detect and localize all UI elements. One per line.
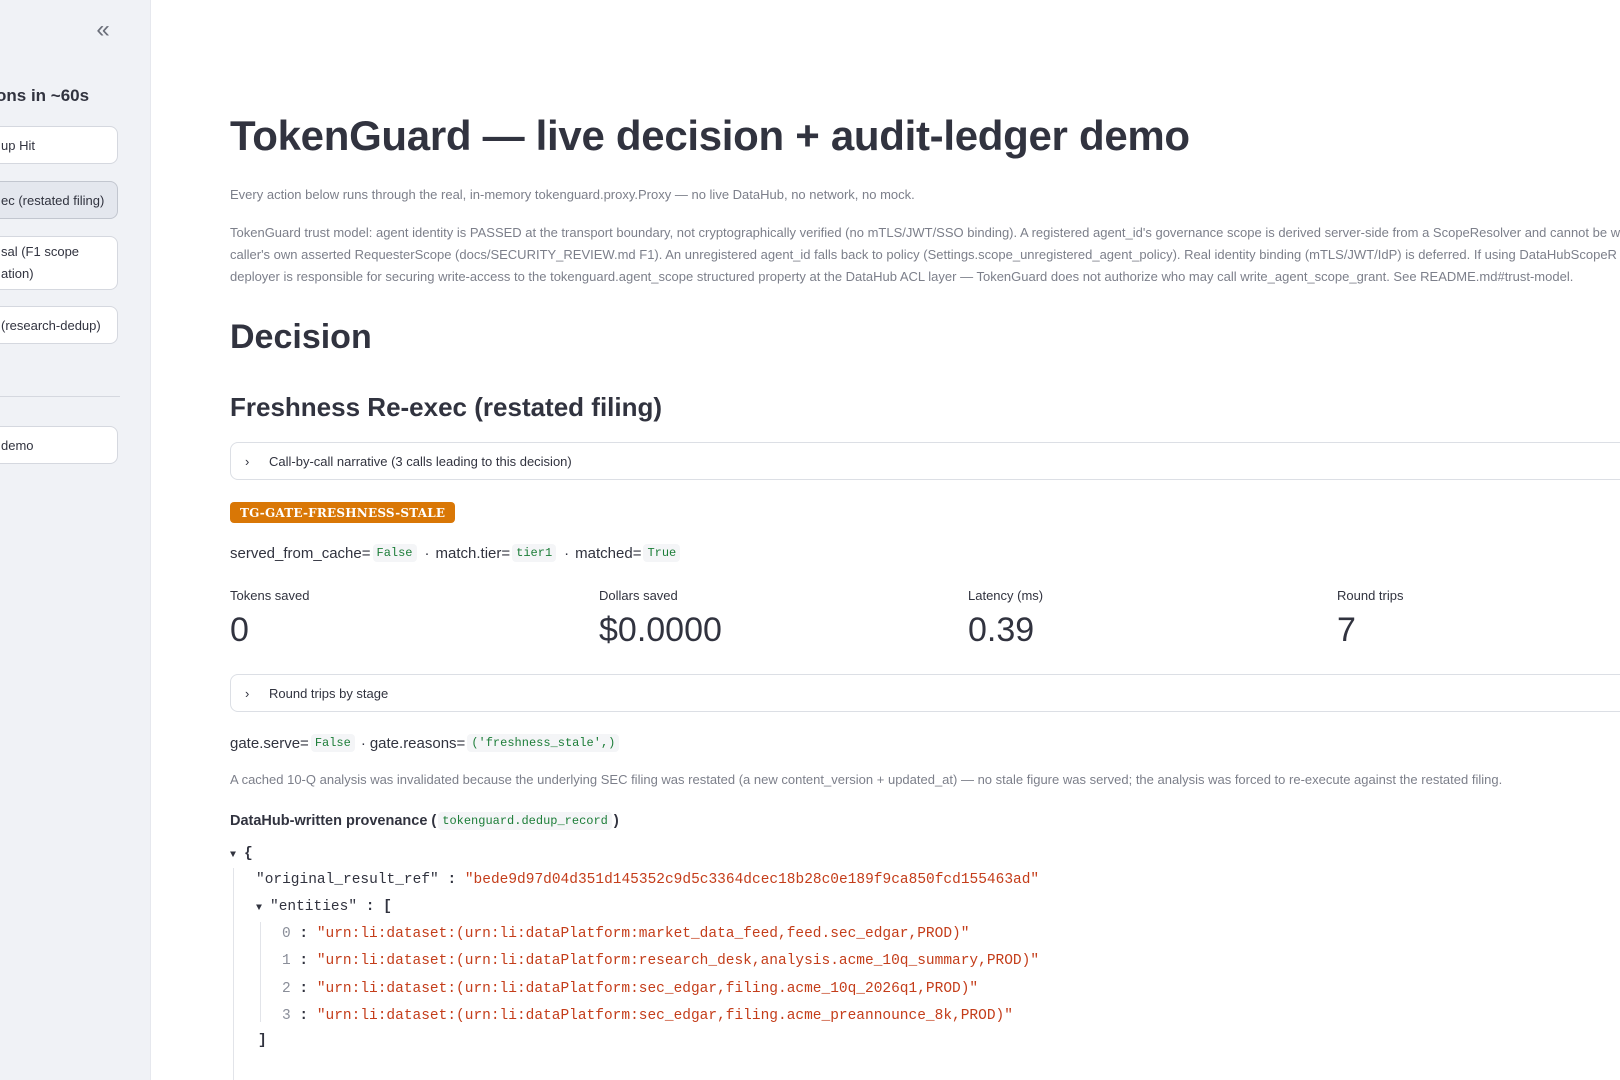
- gate-serve-label: gate.serve=: [230, 734, 309, 752]
- match-tier-value: tier1: [512, 544, 557, 562]
- json-entity-row: 2 : "urn:li:dataset:(urn:li:dataPlatform…: [282, 981, 979, 997]
- metric-latency: Latency (ms) 0.39: [968, 588, 1043, 650]
- matched-value: True: [643, 544, 681, 562]
- provenance-close: ): [613, 813, 619, 829]
- collapse-sidebar-button[interactable]: «: [88, 16, 118, 44]
- chevron-right-icon: ›: [245, 685, 250, 701]
- sidebar-button-label: ec (restated filing): [1, 192, 105, 208]
- trust-model-caption: TokenGuard trust model: agent identity i…: [230, 225, 1620, 284]
- decision-explanation: A cached 10-Q analysis was invalidated b…: [230, 772, 1503, 787]
- metric-round-trips: Round trips 7: [1337, 588, 1403, 650]
- metric-value: 7: [1337, 611, 1356, 649]
- double-chevron-left-icon: «: [96, 16, 110, 43]
- sidebar-button-label: up Hit: [1, 137, 35, 153]
- round-trips-expander[interactable]: › Round trips by stage: [230, 674, 1620, 712]
- json-index: 0: [282, 926, 291, 942]
- json-entity-row: 0 : "urn:li:dataset:(urn:li:dataPlatform…: [282, 926, 970, 942]
- json-key: "entities": [270, 899, 358, 915]
- json-string-value: "urn:li:dataset:(urn:li:dataPlatform:sec…: [316, 981, 979, 997]
- sidebar-heading: ons in ~60s: [0, 86, 90, 105]
- served-from-cache-value: False: [372, 544, 417, 562]
- metric-label: Round trips: [1337, 588, 1404, 603]
- json-string-value: "urn:li:dataset:(urn:li:dataPlatform:sec…: [316, 1008, 1013, 1024]
- json-root-row: ▼{: [230, 846, 253, 862]
- sidebar: « ons in ~60s up Hit ec (restated filing…: [0, 0, 151, 1080]
- json-index: 1: [282, 953, 291, 969]
- intro-caption: Every action below runs through the real…: [230, 187, 915, 202]
- provenance-heading: DataHub-written provenance ( tokenguard.…: [230, 812, 619, 830]
- cache-status-line: served_from_cache= False · match.tier= t…: [230, 544, 682, 562]
- sidebar-button-demo[interactable]: demo: [0, 426, 118, 464]
- expander-label: Call-by-call narrative (3 calls leading …: [269, 453, 572, 469]
- provenance-label: DataHub-written provenance (: [230, 813, 437, 829]
- matched-label: matched=: [575, 544, 642, 562]
- served-from-cache-label: served_from_cache=: [230, 544, 371, 562]
- sidebar-button-label: (research-dedup): [1, 317, 101, 333]
- expander-label: Round trips by stage: [269, 685, 389, 701]
- caret-down-icon[interactable]: ▼: [230, 850, 244, 861]
- gate-reasons-label: gate.reasons=: [369, 734, 466, 752]
- json-string-value: "urn:li:dataset:(urn:li:dataPlatform:mar…: [316, 926, 970, 942]
- gate-reasons-value: ('freshness_stale',): [467, 734, 620, 752]
- metric-label: Latency (ms): [968, 588, 1044, 603]
- section-title: Decision: [230, 318, 372, 356]
- json-entity-row: 3 : "urn:li:dataset:(urn:li:dataPlatform…: [282, 1008, 1013, 1024]
- sidebar-button-scope-refusal[interactable]: sal (F1 scope ation): [0, 236, 118, 290]
- gate-status-line: gate.serve= False · gate.reasons= ('fres…: [230, 734, 621, 752]
- json-entities-row: ▼ "entities" : [: [256, 899, 392, 915]
- metric-value: 0: [230, 611, 249, 649]
- metric-tokens-saved: Tokens saved 0: [230, 588, 310, 650]
- json-entities-close-row: ]: [258, 1033, 267, 1049]
- json-string-value: "urn:li:dataset:(urn:li:dataPlatform:res…: [316, 953, 1040, 969]
- json-close-bracket: ]: [258, 1033, 267, 1049]
- json-index: 3: [282, 1008, 291, 1024]
- json-entity-row: 1 : "urn:li:dataset:(urn:li:dataPlatform…: [282, 953, 1040, 969]
- decision-badge: TG-GATE-FRESHNESS-STALE: [230, 502, 456, 523]
- sidebar-button-freshness-reexec[interactable]: ec (restated filing): [0, 181, 118, 219]
- metric-label: Dollars saved: [599, 588, 678, 603]
- caret-down-icon[interactable]: ▼: [256, 903, 270, 914]
- main-content: TokenGuard — live decision + audit-ledge…: [230, 0, 1620, 1080]
- match-tier-label: match.tier=: [435, 544, 511, 562]
- metric-value: $0.0000: [599, 611, 722, 649]
- json-original-result-ref-row: "original_result_ref" : "bede9d97d04d351…: [256, 872, 1040, 888]
- sidebar-button-dedup-hit[interactable]: up Hit: [0, 126, 118, 164]
- sidebar-button-label: demo: [1, 437, 34, 453]
- json-index: 2: [282, 981, 291, 997]
- scenario-title: Freshness Re-exec (restated filing): [230, 392, 663, 422]
- json-open-brace: {: [244, 846, 253, 862]
- gate-serve-value: False: [310, 734, 355, 752]
- sidebar-button-research-dedup[interactable]: (research-dedup): [0, 306, 118, 344]
- sidebar-button-label: sal (F1 scope ation): [1, 244, 80, 281]
- narrative-expander[interactable]: › Call-by-call narrative (3 calls leadin…: [230, 442, 1620, 480]
- json-string-value: "bede9d97d04d351d145352c9d5c3364dcec18b2…: [464, 872, 1040, 888]
- metric-label: Tokens saved: [230, 588, 310, 603]
- page-title: TokenGuard — live decision + audit-ledge…: [230, 112, 1190, 159]
- metric-value: 0.39: [968, 611, 1035, 649]
- sidebar-divider: [0, 396, 120, 397]
- chevron-right-icon: ›: [245, 453, 250, 469]
- metric-dollars-saved: Dollars saved $0.0000: [599, 588, 722, 650]
- provenance-code: tokenguard.dedup_record: [438, 812, 612, 830]
- json-open-bracket: [: [383, 899, 392, 915]
- json-key: "original_result_ref": [256, 872, 439, 888]
